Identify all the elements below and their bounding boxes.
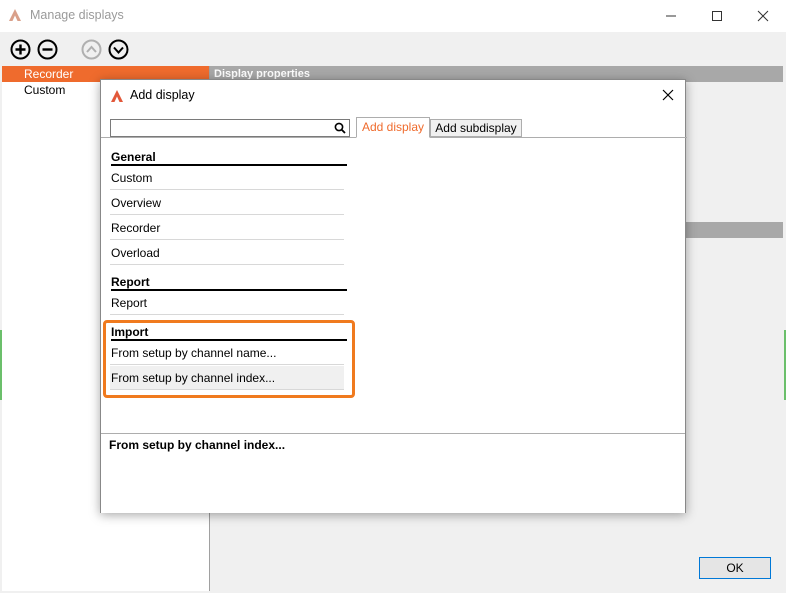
toolbar bbox=[0, 32, 786, 66]
tab-add-display[interactable]: Add display bbox=[356, 117, 430, 138]
close-icon bbox=[757, 10, 769, 22]
list-item[interactable]: Recorder bbox=[110, 216, 344, 240]
tab-add-subdisplay[interactable]: Add subdisplay bbox=[430, 119, 522, 137]
window-title: Manage displays bbox=[30, 8, 124, 22]
list-item[interactable]: Overload bbox=[110, 241, 344, 265]
list-item[interactable]: Custom bbox=[110, 166, 344, 190]
chevron-down-circle-icon[interactable] bbox=[108, 39, 129, 60]
plus-circle-icon[interactable] bbox=[10, 39, 31, 60]
list-item[interactable]: Report bbox=[110, 291, 344, 315]
section-header-report: Report bbox=[111, 273, 347, 291]
minimize-icon bbox=[666, 15, 676, 17]
app-logo-icon bbox=[9, 9, 21, 21]
search-input[interactable] bbox=[110, 119, 350, 137]
dialog-title: Add display bbox=[130, 88, 195, 102]
decorative-strip bbox=[0, 330, 2, 400]
section-header-general: General bbox=[111, 148, 347, 166]
description-text: From setup by channel index... bbox=[109, 438, 286, 452]
description-panel: From setup by channel index... bbox=[101, 433, 685, 513]
ok-button[interactable]: OK bbox=[699, 557, 771, 579]
title-bar: Manage displays bbox=[0, 0, 786, 32]
list-item[interactable]: Overview bbox=[110, 191, 344, 215]
maximize-button[interactable] bbox=[694, 0, 740, 32]
add-display-dialog: Add display Add display Add subdisplay G… bbox=[100, 79, 687, 513]
minus-circle-icon[interactable] bbox=[37, 39, 58, 60]
list-item[interactable]: From setup by channel name... bbox=[110, 341, 344, 365]
list-item[interactable]: From setup by channel index... bbox=[110, 366, 344, 390]
search-icon[interactable] bbox=[334, 122, 346, 134]
maximize-icon bbox=[712, 11, 722, 21]
app-logo-icon bbox=[111, 90, 123, 102]
chevron-up-circle-icon[interactable] bbox=[81, 39, 102, 60]
section-header-import: Import bbox=[111, 323, 347, 341]
window-close-button[interactable] bbox=[740, 0, 786, 32]
minimize-button[interactable] bbox=[648, 0, 694, 32]
close-icon[interactable] bbox=[659, 86, 677, 104]
